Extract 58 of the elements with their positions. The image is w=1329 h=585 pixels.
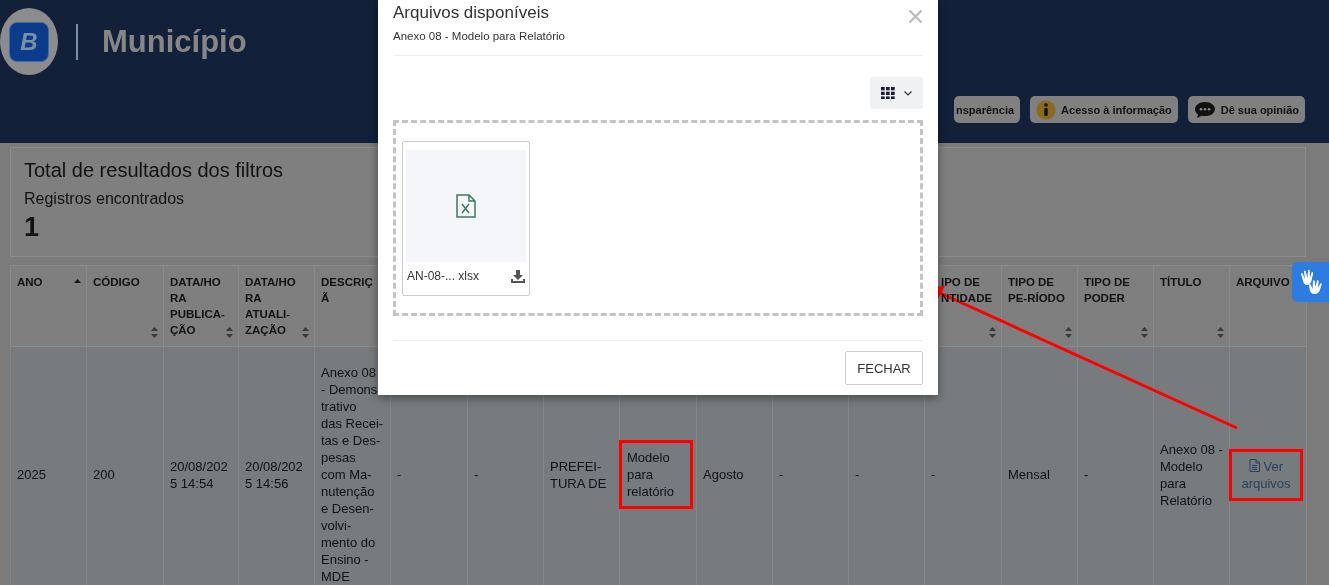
info-icon bbox=[1036, 99, 1057, 120]
view-files-link[interactable]: Ver arquivos bbox=[1232, 451, 1300, 498]
column-header[interactable]: TÍTULO bbox=[1160, 274, 1202, 290]
column-header[interactable]: CÓDIGO bbox=[93, 274, 140, 290]
table-cell: - bbox=[779, 466, 784, 483]
dialog-subtitle: Anexo 08 - Modelo para Relatório bbox=[393, 30, 565, 42]
sort-icon[interactable] bbox=[1217, 327, 1224, 338]
table-cell: Anexo 08 - Modelo para Relatório bbox=[1160, 440, 1223, 509]
chat-bubble-icon bbox=[1193, 100, 1216, 119]
header-button[interactable]: Acesso à informação bbox=[1030, 96, 1178, 123]
table-cell: - bbox=[855, 466, 860, 483]
close-button[interactable]: FECHAR bbox=[845, 351, 923, 385]
sort-icon[interactable] bbox=[1141, 327, 1148, 338]
table-cell: Modelo para relatório bbox=[622, 443, 690, 506]
column-header[interactable]: DATA/HORA PUBLICA-ÇÃO bbox=[170, 274, 228, 338]
results-label: Registros encontrados bbox=[24, 190, 185, 208]
grid-icon bbox=[881, 87, 895, 99]
header-button[interactable]: Dê sua opinião bbox=[1187, 96, 1305, 123]
column-header[interactable]: DESCRIÇÃ bbox=[321, 274, 379, 306]
table-cell: - bbox=[1084, 466, 1089, 483]
column-header[interactable]: ARQUIVO bbox=[1236, 274, 1290, 290]
table-cell: 2025 bbox=[17, 466, 46, 483]
table-cell: Mensal bbox=[1008, 466, 1050, 483]
site-title: Município bbox=[102, 23, 247, 60]
file-card[interactable]: AN-08-... xlsx bbox=[402, 141, 530, 296]
column-header[interactable]: TIPO DE PODER bbox=[1084, 274, 1142, 306]
logo[interactable]: B bbox=[0, 8, 58, 75]
column-header[interactable]: DATA/HORA ATUALI-ZAÇÃO bbox=[245, 274, 303, 338]
sort-up-icon[interactable] bbox=[74, 279, 81, 283]
sort-icon[interactable] bbox=[1065, 327, 1072, 338]
table-cell: - bbox=[931, 466, 936, 483]
download-icon[interactable] bbox=[511, 269, 525, 283]
accessibility-button[interactable] bbox=[1292, 262, 1329, 302]
file-name: AN-08-... xlsx bbox=[407, 269, 479, 283]
table-cell: 20/08/202 5 14:54 bbox=[170, 457, 228, 492]
column-header[interactable]: TIPO DE PE-RÍODO bbox=[1008, 274, 1066, 306]
spreadsheet-file-icon bbox=[456, 194, 476, 218]
view-mode-button[interactable] bbox=[870, 77, 923, 109]
dialog-title: Arquivos disponíveis bbox=[393, 3, 549, 23]
table-cell: Agosto bbox=[703, 466, 744, 483]
results-count: 1 bbox=[24, 212, 40, 243]
sort-icon[interactable] bbox=[302, 327, 309, 338]
document-icon bbox=[1248, 458, 1260, 472]
sort-icon[interactable] bbox=[989, 327, 996, 338]
table-cell: 200 bbox=[93, 466, 115, 483]
table-cell: - bbox=[474, 466, 479, 483]
hands-icon bbox=[1299, 269, 1325, 295]
sort-icon[interactable] bbox=[226, 327, 233, 338]
header-button[interactable]: nsparência bbox=[954, 96, 1021, 123]
table-cell: 20/08/202 5 14:56 bbox=[245, 457, 303, 492]
results-title: Total de resultados dos filtros bbox=[24, 159, 284, 182]
table-cell: PREFEI- TURA DE bbox=[550, 457, 607, 492]
sort-icon[interactable] bbox=[151, 327, 158, 338]
table-cell: Anexo 08 - Demons trativo das Recei- tas e Des- pesas com Ma- nutenção e Desen- volvi- mento do Ensino - MDE bbox=[321, 364, 384, 585]
chevron-down-icon bbox=[904, 90, 912, 96]
close-icon[interactable] bbox=[908, 9, 923, 24]
column-header[interactable]: ANO bbox=[17, 274, 43, 290]
table-cell: - bbox=[397, 466, 402, 483]
